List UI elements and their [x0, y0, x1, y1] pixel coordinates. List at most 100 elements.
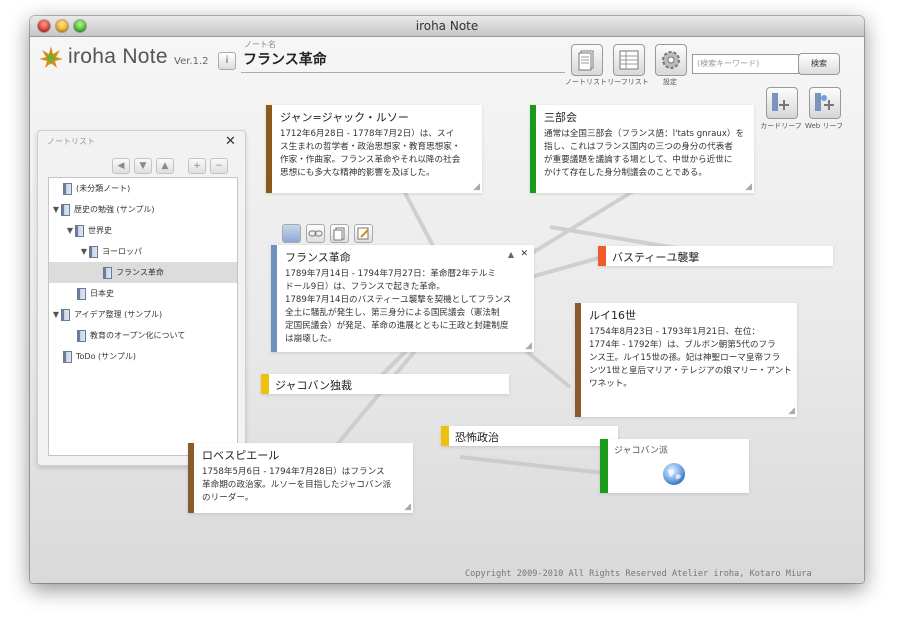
leaf-title: ジャン=ジャック・ルソー	[280, 111, 409, 124]
tree-item[interactable]: ▼ 歴史の勉強 (サンプル)	[49, 199, 237, 220]
card-leaf-add-icon	[772, 93, 789, 111]
web-leaf-add-icon	[815, 93, 834, 111]
expand-arrow-icon[interactable]: ▼	[65, 220, 75, 241]
leaf-title: フランス革命	[285, 251, 351, 264]
leaf-card-bastille[interactable]: バスティーユ襲撃	[598, 246, 833, 266]
leaf-color-bar	[600, 439, 608, 493]
settings-button-label: 設定	[663, 78, 677, 86]
leaf-body-line: 指し、これはフランス国内の三つの身分の代表者	[544, 142, 733, 152]
leaf-card-rousseau[interactable]: ジャン=ジャック・ルソー 1712年6月28日 - 1778年7月2日）は、スイ…	[266, 105, 482, 193]
tree-item-label: 日本史	[90, 289, 114, 298]
leaf-body-line: 定国民議会）が発足、革命の進展とともに王政と封建制度	[285, 321, 509, 331]
notebook-icon	[75, 224, 84, 237]
tree-item-label: (未分類ノート)	[76, 184, 131, 193]
leaf-body-line: ンス王。ルイ15世の孫。妃は神聖ローマ皇帝フラ	[589, 353, 781, 363]
leaf-title: バスティーユ襲撃	[612, 251, 700, 264]
leaf-body-line: 1789年7月14日のバスティーユ襲撃を契機としてフランス	[285, 295, 512, 305]
expand-arrow-icon[interactable]: ▼	[51, 304, 61, 325]
leaf-card-jacobins-web[interactable]: ジャコバン派	[600, 439, 749, 493]
copyright-text: Copyright 2009-2010 All Rights Reserved …	[465, 569, 812, 579]
link-button[interactable]	[306, 224, 325, 243]
move-up-button[interactable]: ▲	[156, 158, 174, 174]
search-input[interactable]: (検索キーワード)	[692, 54, 799, 74]
resize-grip-icon[interactable]: ◢	[788, 406, 795, 416]
minimize-window-button[interactable]	[56, 20, 68, 32]
leaf-color-button[interactable]	[282, 224, 301, 243]
leaf-card-louis-xvi[interactable]: ルイ16世 1754年8月23日 - 1793年1月21日、在位： 1774年 …	[575, 303, 797, 417]
leaf-color-bar	[441, 426, 449, 446]
app-version: Ver.1.2	[174, 56, 209, 67]
tree-item[interactable]: ▼ ヨーロッパ	[49, 241, 237, 262]
move-left-button[interactable]: ◀	[112, 158, 130, 174]
expand-arrow-icon[interactable]: ▼	[51, 199, 61, 220]
leaf-title: ルイ16世	[589, 309, 636, 322]
leaf-color-bar	[530, 105, 536, 193]
edit-button[interactable]	[354, 224, 373, 243]
add-card-leaf-button[interactable]	[766, 87, 798, 119]
window-title: iroha Note	[415, 19, 479, 33]
search-button[interactable]: 検索	[798, 53, 840, 75]
note-tree: (未分類ノート) ▼ 歴史の勉強 (サンプル) ▼ 世界史 ▼ ヨーロッパ フランス革…	[48, 177, 238, 456]
edit-pencil-icon	[357, 227, 369, 240]
leaf-title: ジャコバン独裁	[275, 379, 352, 392]
leaf-card-robespierre[interactable]: ロベスピエール 1758年5月6日 - 1794年7月28日）はフランス 革命期…	[188, 443, 413, 513]
leaf-body: 通常は全国三部会（フランス語：l'tats gnraux）を 指し、これはフラン…	[544, 128, 744, 180]
note-list-close-button[interactable]: ✕	[225, 134, 236, 149]
note-list-panel: ノートリスト ✕ ◀ ▼ ▲ + − (未分類ノート) ▼ 歴史の勉強 (サンプル…	[37, 130, 246, 466]
note-list-button[interactable]	[571, 44, 603, 76]
leaf-body-line: 1758年5月6日 - 1794年7月28日）はフランス	[202, 467, 385, 477]
tree-item[interactable]: (未分類ノート)	[49, 178, 237, 199]
leaf-card-reign-of-terror[interactable]: 恐怖政治	[441, 426, 618, 446]
leaf-color-bar	[188, 443, 194, 513]
leaf-title: ジャコバン派	[614, 446, 669, 456]
info-button[interactable]: i	[218, 52, 236, 70]
tree-item[interactable]: ▼ アイデア整理 (サンプル)	[49, 304, 237, 325]
leaf-card-estates-general[interactable]: 三部会 通常は全国三部会（フランス語：l'tats gnraux）を 指し、これ…	[530, 105, 754, 193]
tree-item[interactable]: ▼ 世界史	[49, 220, 237, 241]
title-bar[interactable]: iroha Note	[30, 16, 864, 37]
add-web-leaf-button[interactable]	[809, 87, 841, 119]
remove-note-button[interactable]: −	[210, 158, 228, 174]
tree-item-label: 世界史	[88, 226, 112, 235]
leaf-list-button[interactable]	[613, 44, 645, 76]
resize-grip-icon[interactable]: ◢	[745, 182, 752, 192]
tree-item[interactable]: 教育のオープン化について	[49, 325, 237, 346]
zoom-window-button[interactable]	[74, 20, 86, 32]
settings-button[interactable]	[655, 44, 687, 76]
leaf-body-line: 思想にも多大な精神的影響を及ぼした。	[280, 168, 435, 178]
notebook-icon	[77, 329, 86, 342]
move-down-button[interactable]: ▼	[134, 158, 152, 174]
notebook-icon	[61, 308, 70, 321]
notebook-icon	[103, 266, 112, 279]
tree-item-label: ヨーロッパ	[102, 247, 142, 256]
tree-item-label: アイデア整理 (サンプル)	[74, 310, 163, 319]
note-name-input[interactable]: フランス革命	[241, 49, 565, 73]
close-leaf-icon[interactable]: ✕	[520, 249, 528, 259]
collapse-arrow-icon[interactable]: ▲	[508, 250, 514, 259]
leaf-body-line: が重要議題を議論する場として、中世から近世に	[544, 155, 733, 165]
leaf-body: 1712年6月28日 - 1778年7月2日）は、スイ ス生まれの哲学者・政治思…	[280, 128, 460, 180]
resize-grip-icon[interactable]: ◢	[404, 502, 411, 512]
leaf-body-line: 1774年 - 1792年）は、ブルボン朝第5代のフラ	[589, 340, 776, 350]
notebook-icon	[63, 182, 72, 195]
tree-item-label: 教育のオープン化について	[90, 331, 186, 340]
resize-grip-icon[interactable]: ◢	[473, 182, 480, 192]
leaf-body-line: 1754年8月23日 - 1793年1月21日、在位：	[589, 327, 761, 337]
globe-icon	[663, 463, 685, 485]
copy-button[interactable]	[330, 224, 349, 243]
add-note-button[interactable]: +	[188, 158, 206, 174]
close-window-button[interactable]	[38, 20, 50, 32]
leaf-card-jacobin-dictatorship[interactable]: ジャコバン独裁	[261, 374, 509, 394]
expand-arrow-icon[interactable]: ▼	[79, 241, 89, 262]
leaf-body-line: 革命期の政治家。ルソーを目指したジャコバン派	[202, 480, 392, 490]
tree-item[interactable]: 日本史	[49, 283, 237, 304]
leaf-body-line: 1789年7月14日 - 1794年7月27日：革命暦2年テルミ	[285, 269, 496, 279]
notebook-icon	[89, 245, 98, 258]
gear-icon	[662, 51, 680, 69]
web-leaf-label: Web リーフ	[804, 122, 844, 130]
tree-item[interactable]: ToDo (サンプル)	[49, 346, 237, 367]
leaf-card-french-revolution[interactable]: フランス革命 ▲ ✕ 1789年7月14日 - 1794年7月27日：革命暦2年…	[271, 245, 534, 352]
leaf-body-line: 1712年6月28日 - 1778年7月2日）は、スイ	[280, 129, 455, 139]
resize-grip-icon[interactable]: ◢	[525, 341, 532, 351]
tree-item-selected[interactable]: フランス革命	[49, 262, 237, 283]
